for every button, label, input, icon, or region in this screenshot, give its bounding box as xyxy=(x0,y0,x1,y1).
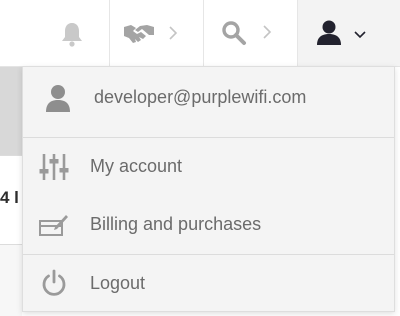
sliders-icon xyxy=(39,154,69,180)
billing-icon xyxy=(39,215,68,236)
chevron-down-icon xyxy=(354,31,366,39)
menu-item-label: Logout xyxy=(90,273,146,293)
user-menu-button[interactable] xyxy=(298,0,400,66)
chevron-right-icon xyxy=(169,26,178,40)
background-panel xyxy=(0,67,22,155)
bell-icon xyxy=(62,23,82,47)
menu-item-logout[interactable]: Logout xyxy=(23,255,394,312)
top-navbar xyxy=(0,0,400,67)
notifications-button[interactable] xyxy=(55,0,89,66)
chevron-right-icon xyxy=(263,25,272,39)
user-icon xyxy=(46,85,70,112)
menu-item-label: Billing and purchases xyxy=(90,214,262,234)
search-button[interactable] xyxy=(204,0,296,66)
background-text: 4 l xyxy=(0,188,19,207)
account-email-row: developer@purplewifi.com xyxy=(23,67,394,137)
handshake-icon xyxy=(124,25,154,43)
search-icon xyxy=(222,21,246,45)
menu-item-billing[interactable]: Billing and purchases xyxy=(23,196,394,254)
background-panel xyxy=(0,245,22,316)
user-icon xyxy=(317,20,341,45)
menu-item-my-account[interactable]: My account xyxy=(23,138,394,196)
background-divider xyxy=(0,155,22,156)
menu-item-label: My account xyxy=(90,156,183,176)
power-icon xyxy=(42,269,66,296)
deals-button[interactable] xyxy=(110,0,202,66)
user-dropdown-menu: developer@purplewifi.com My account Bill… xyxy=(22,66,395,312)
account-email: developer@purplewifi.com xyxy=(94,87,307,107)
